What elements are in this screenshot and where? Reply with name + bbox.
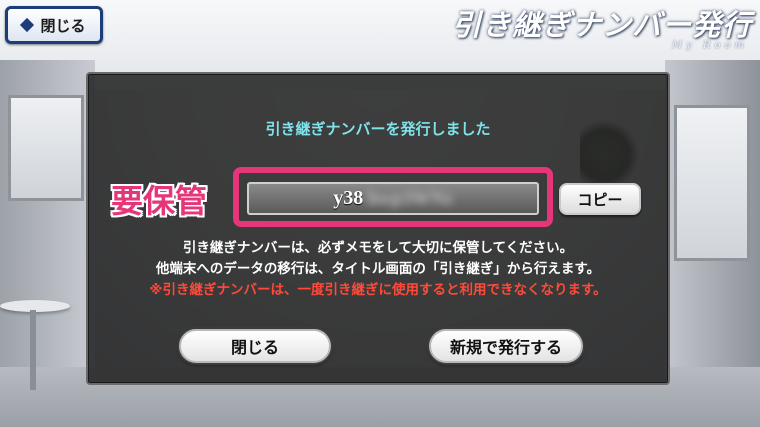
side-table-leg [30, 310, 36, 390]
warning-text: ※引き継ぎナンバーは、一度引き継ぎに使用すると利用できなくなります。 [149, 282, 607, 298]
reissue-button[interactable]: 新規で発行する [429, 329, 583, 363]
screen-subtitle: My Room [671, 40, 748, 51]
transfer-number-dialog: 引き継ぎナンバーを発行しました y38 hwp3WNz コピー 引き継ぎナンバー… [86, 72, 670, 385]
transfer-code-visible: y38 [333, 187, 364, 209]
left-window [8, 95, 84, 201]
copy-button[interactable]: コピー [559, 183, 641, 215]
back-diamond-icon [20, 17, 35, 33]
transfer-code-field[interactable]: y38 hwp3WNz [247, 182, 539, 215]
dialog-title: 引き継ぎナンバーを発行しました [265, 120, 491, 138]
transfer-code-blurred: hwp3WNz [367, 187, 453, 209]
keep-safe-annotation: 要保管 [111, 182, 208, 220]
note-line-2: 他端末へのデータの移行は、タイトル画面の「引き継ぎ」から行えます。 [155, 261, 601, 277]
close-button[interactable]: 閉じる [179, 329, 331, 363]
right-window [674, 105, 750, 261]
screen-title: 引き継ぎナンバー発行 [451, 8, 752, 42]
note-line-1: 引き継ぎナンバーは、必ずメモをして大切に保管してください。 [182, 240, 574, 256]
top-close-button[interactable]: 閉じる [5, 6, 103, 44]
top-close-label: 閉じる [40, 16, 86, 35]
